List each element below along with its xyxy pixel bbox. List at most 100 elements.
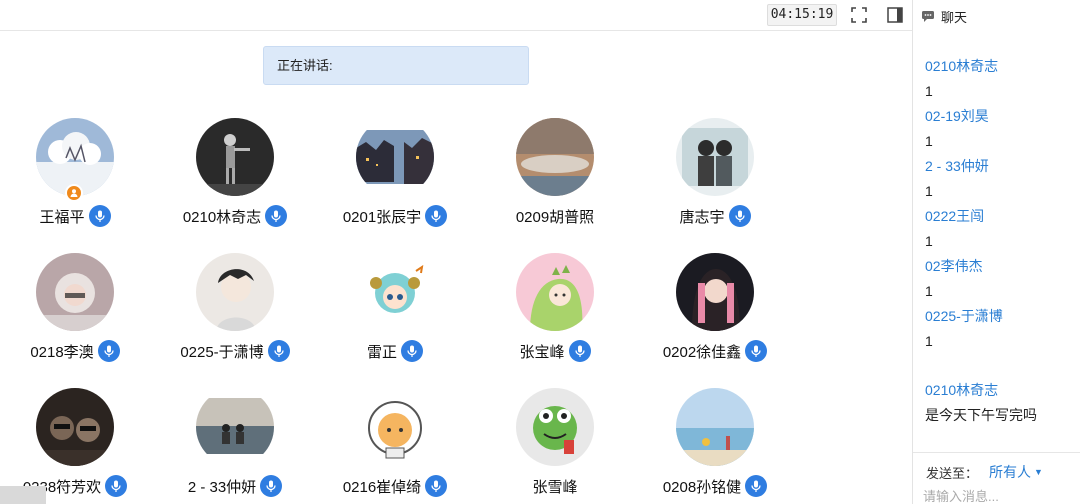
participant-tile[interactable]: 雷正 xyxy=(320,253,470,373)
avatar xyxy=(516,118,594,196)
chat-sender[interactable]: 2 - 33仲妍 xyxy=(925,155,1075,180)
participant-tile[interactable]: 0202徐佳鑫 xyxy=(640,253,790,373)
chat-sender[interactable]: 02李伟杰 xyxy=(925,255,1075,280)
chat-compose-area: 发送至： 所有人 ▼ xyxy=(913,452,1080,504)
sidebar-toggle-icon xyxy=(887,7,903,23)
frog-cartoon-image xyxy=(516,388,594,466)
participant-name-row: 0202徐佳鑫 xyxy=(640,339,790,363)
chat-sender[interactable]: 02-19刘昊 xyxy=(925,105,1075,130)
chat-sender[interactable]: 0222王闯 xyxy=(925,205,1075,230)
participant-tile[interactable]: 0225-于潇博 xyxy=(160,253,310,373)
avatar xyxy=(356,118,434,196)
avatar xyxy=(36,253,114,331)
participant-name: 0218李澳 xyxy=(30,343,94,361)
mic-status-button[interactable] xyxy=(105,475,128,497)
chat-input[interactable] xyxy=(923,486,1073,504)
fullscreen-icon xyxy=(851,7,867,23)
street-night-image xyxy=(356,118,434,196)
video-grid-panel: 04:15:19 正在讲话: 王福平 0210林奇志 0201张辰宇 0209胡普照 唐… xyxy=(0,0,912,504)
participant-tile[interactable]: 0201张辰宇 xyxy=(320,118,470,238)
avatar xyxy=(516,253,594,331)
send-to-label: 发送至： xyxy=(926,466,979,481)
mic-status-button[interactable] xyxy=(88,205,111,227)
participant-name-row: 0209胡普照 xyxy=(480,204,630,228)
mic-status-button[interactable] xyxy=(97,340,120,362)
lake-couple-image xyxy=(196,388,274,466)
collapse-corner[interactable] xyxy=(0,486,46,504)
microphone-icon xyxy=(407,345,417,357)
participant-tile[interactable]: 王福平 xyxy=(0,118,150,238)
mic-status-button[interactable] xyxy=(265,205,288,227)
participant-tile[interactable]: 唐志宇 xyxy=(640,118,790,238)
participant-tile[interactable]: 0209胡普照 xyxy=(480,118,630,238)
mic-status-button[interactable] xyxy=(401,340,423,362)
meeting-timer: 04:15:19 xyxy=(767,4,837,26)
microphone-icon xyxy=(94,210,105,222)
top-toolbar: 04:15:19 xyxy=(0,0,912,31)
mic-status-button[interactable] xyxy=(425,475,448,497)
participant-name: 0208孙铭健 xyxy=(662,478,742,496)
host-badge xyxy=(65,184,83,202)
participant-name: 王福平 xyxy=(39,208,85,226)
participant-name-row: 雷正 xyxy=(320,339,470,363)
participant-tile[interactable]: 0210林奇志 xyxy=(160,118,310,238)
participant-tile[interactable]: 张宝峰 xyxy=(480,253,630,373)
chat-title: 聊天 xyxy=(941,9,968,25)
mic-status-button[interactable] xyxy=(728,205,751,227)
chat-icon xyxy=(922,11,934,22)
chat-message-text: 1 xyxy=(925,83,933,99)
fullscreen-button[interactable] xyxy=(848,4,870,26)
participant-tile[interactable]: 张雪峰 xyxy=(480,388,630,504)
participant-tile[interactable]: 0216崔倬绮 xyxy=(320,388,470,504)
mic-status-button[interactable] xyxy=(745,475,768,497)
chat-message-text: 1 xyxy=(925,333,933,349)
dino-costume-image xyxy=(516,253,594,331)
avatar xyxy=(676,253,754,331)
chat-message-text: 1 xyxy=(925,133,933,149)
microphone-icon xyxy=(431,210,441,222)
participant-name-row: 张雪峰 xyxy=(480,474,630,498)
participant-name: 雷正 xyxy=(366,343,397,361)
chat-sidebar: 聊天 0210林奇志 1 02-19刘昊 1 2 - 33仲妍 1 0222王闯 1 02李伟杰… xyxy=(912,0,1080,504)
participant-name: 2 - 33仲妍 xyxy=(187,478,257,496)
chat-message-text: 是今天下午写完吗 xyxy=(925,407,1037,423)
avatar xyxy=(196,253,274,331)
chat-message-text: 1 xyxy=(925,283,933,299)
participant-tile[interactable]: 0218李澳 xyxy=(0,253,150,373)
participant-name: 0216崔倬绮 xyxy=(342,478,422,496)
avatar xyxy=(516,388,594,466)
microphone-icon xyxy=(104,345,114,357)
mic-status-button[interactable] xyxy=(260,475,283,497)
participant-tile[interactable]: 0208孙铭健 xyxy=(640,388,790,504)
participant-name-row: 0218李澳 xyxy=(0,339,150,363)
participant-name-row: 0208孙铭健 xyxy=(640,474,790,498)
chat-sender[interactable]: 0210林奇志 xyxy=(925,55,1075,80)
chat-sender[interactable]: 0225-于潇博 xyxy=(925,305,1075,330)
avatar xyxy=(196,388,274,466)
participant-tile[interactable]: 2 - 33仲妍 xyxy=(160,388,310,504)
host-icon xyxy=(70,189,78,197)
avatar xyxy=(676,388,754,466)
girl-portrait-image xyxy=(676,253,754,331)
mic-status-button[interactable] xyxy=(267,340,290,362)
dark-figure-image xyxy=(196,118,274,196)
chat-header: 聊天 xyxy=(921,6,967,26)
mic-status-button[interactable] xyxy=(425,205,448,227)
participant-name: 0201张辰宇 xyxy=(342,208,422,226)
microphone-icon xyxy=(266,480,276,492)
speaking-indicator: 正在讲话: xyxy=(263,46,529,85)
winter-girl-image xyxy=(36,253,114,331)
microphone-icon xyxy=(271,210,281,222)
sky-cloud-image xyxy=(516,118,594,196)
sidebar-toggle-button[interactable] xyxy=(884,4,906,26)
anime-boy-image xyxy=(196,253,274,331)
mic-status-button[interactable] xyxy=(745,340,768,362)
avatar xyxy=(356,253,434,331)
chat-sender[interactable]: 0210林奇志 xyxy=(925,379,1075,404)
send-to-dropdown[interactable]: 所有人 ▼ xyxy=(989,462,1043,482)
microphone-icon xyxy=(431,480,441,492)
mic-status-button[interactable] xyxy=(568,340,591,362)
microphone-icon xyxy=(734,210,745,222)
microphone-icon xyxy=(274,345,284,357)
participant-name: 唐志宇 xyxy=(679,208,725,226)
